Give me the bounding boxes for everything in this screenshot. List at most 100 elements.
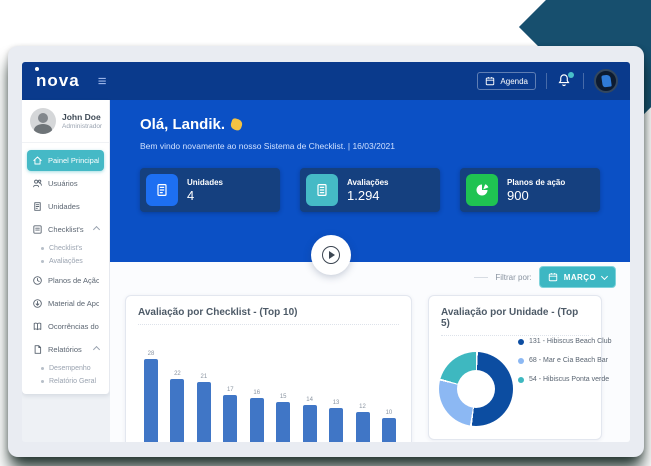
sidebar-item-label: Usuários bbox=[48, 179, 78, 188]
stat-card-planos-de-a-o[interactable]: Planos de ação900 bbox=[460, 168, 600, 212]
top-navbar: nova ≡ Agenda bbox=[22, 62, 630, 100]
calendar-icon bbox=[485, 76, 495, 86]
sidebar-item-label: Painel Principal bbox=[48, 156, 99, 165]
sidebar-subitem-label: Relatório Geral bbox=[49, 378, 96, 385]
sidebar-item-painel-principal[interactable]: Painel Principal bbox=[27, 150, 104, 171]
home-icon bbox=[32, 155, 43, 166]
bar-value-label: 28 bbox=[148, 351, 155, 357]
book-icon bbox=[32, 321, 43, 332]
user-avatar[interactable] bbox=[30, 108, 56, 134]
stat-value: 4 bbox=[187, 188, 223, 203]
stat-cards: Unidades4 Avaliações1.294 Planos de ação90… bbox=[140, 168, 600, 212]
legend-dot-icon bbox=[518, 358, 524, 364]
download-circle-icon bbox=[32, 298, 43, 309]
chevron-down-icon bbox=[601, 272, 608, 279]
clock-icon bbox=[32, 275, 43, 286]
donut-hole bbox=[457, 370, 495, 408]
sidebar-subitem[interactable]: Relatório Geral bbox=[27, 375, 104, 388]
bar[interactable] bbox=[197, 382, 211, 442]
legend-item[interactable]: 131 - Hibiscus Beach Club bbox=[518, 338, 612, 345]
sidebar-subitem-label: Avaliações bbox=[49, 258, 83, 265]
donut-chart-title: Avaliação por Unidade - (Top 5) bbox=[429, 296, 601, 335]
units-icon bbox=[146, 174, 178, 206]
bar[interactable] bbox=[356, 412, 370, 442]
sidebar-item-checklists[interactable]: Checklist's bbox=[27, 219, 104, 240]
main-content: Olá, Landik. Bem vindo novamente ao noss… bbox=[110, 100, 630, 442]
sidebar-item-label: Unidades bbox=[48, 202, 80, 211]
bar-column: 12 bbox=[354, 404, 372, 442]
logo-dot bbox=[35, 67, 39, 71]
bar-value-label: 13 bbox=[333, 400, 340, 406]
bar[interactable] bbox=[223, 395, 237, 442]
bar-value-label: 22 bbox=[174, 371, 181, 377]
play-button[interactable] bbox=[311, 235, 351, 275]
hero-banner: Olá, Landik. Bem vindo novamente ao noss… bbox=[110, 100, 630, 262]
bar-value-label: 21 bbox=[201, 374, 208, 380]
bar[interactable] bbox=[170, 379, 184, 442]
bar-column: 21 bbox=[195, 374, 213, 442]
stat-label: Unidades bbox=[187, 178, 223, 187]
user-name: John Doe bbox=[62, 112, 102, 122]
sidebar-item-ocorrencias-do-dia[interactable]: Ocorrências do dia bbox=[27, 316, 104, 337]
welcome-subtitle: Bem vindo novamente ao nosso Sistema de … bbox=[140, 141, 395, 151]
bar[interactable] bbox=[250, 398, 264, 442]
notification-badge bbox=[568, 72, 574, 78]
sidebar-item-label: Relatórios bbox=[48, 345, 82, 354]
sidebar-card: John Doe Administrador Painel Principal U… bbox=[22, 100, 110, 394]
sidebar-item-relatorios[interactable]: Relatórios bbox=[27, 339, 104, 360]
bar-column: 14 bbox=[301, 397, 319, 442]
sidebar-item-planos-de-acao[interactable]: Planos de Ação bbox=[27, 270, 104, 291]
legend-item[interactable]: 54 - Hibiscus Ponta verde bbox=[518, 376, 612, 383]
bar-column: 22 bbox=[168, 371, 186, 442]
bar-value-label: 16 bbox=[253, 390, 260, 396]
sidebar-item-usuarios[interactable]: Usuários bbox=[27, 173, 104, 194]
building-icon bbox=[32, 201, 43, 212]
sidebar-menu: Painel Principal Usuários Unidades Checklis… bbox=[22, 143, 109, 393]
bullet-icon bbox=[41, 260, 44, 263]
bar-column: 17 bbox=[221, 387, 239, 442]
page-background: nova ≡ Agenda bbox=[0, 0, 651, 466]
bar-column: 13 bbox=[327, 400, 345, 442]
filter-row: Filtrar por: MARÇO bbox=[474, 266, 616, 288]
sidebar-item-label: Material de Apoio bbox=[48, 299, 99, 308]
bar-chart: 28 22 21 17 16 15 14 13 12 10 bbox=[142, 340, 398, 442]
bar-value-label: 15 bbox=[280, 394, 287, 400]
sidebar-subitem-label: Desempenho bbox=[49, 365, 91, 372]
chevron-up-icon bbox=[93, 226, 100, 233]
month-filter-dropdown[interactable]: MARÇO bbox=[539, 266, 616, 288]
legend-item[interactable]: 68 - Mar e Cia Beach Bar bbox=[518, 357, 612, 364]
bar-value-label: 12 bbox=[359, 404, 366, 410]
notifications-button[interactable] bbox=[557, 73, 573, 89]
agenda-label: Agenda bbox=[500, 77, 528, 86]
bar[interactable] bbox=[329, 408, 343, 442]
checklist-icon bbox=[32, 224, 43, 235]
bar-column: 15 bbox=[274, 394, 292, 442]
sidebar-subitem[interactable]: Desempenho bbox=[27, 362, 104, 375]
stat-card-avalia-es[interactable]: Avaliações1.294 bbox=[300, 168, 440, 212]
bar-chart-title: Avaliação por Checklist - (Top 10) bbox=[126, 296, 411, 324]
bar[interactable] bbox=[276, 402, 290, 442]
sidebar-subitem[interactable]: Checklist's bbox=[27, 242, 104, 255]
agenda-button[interactable]: Agenda bbox=[477, 72, 536, 90]
bar[interactable] bbox=[382, 418, 396, 442]
hamburger-menu-icon[interactable]: ≡ bbox=[98, 74, 107, 89]
filter-label: Filtrar por: bbox=[495, 273, 531, 282]
bullet-icon bbox=[41, 380, 44, 383]
bar[interactable] bbox=[144, 359, 158, 442]
navbar-actions: Agenda bbox=[477, 69, 618, 93]
evaluations-icon bbox=[306, 174, 338, 206]
bar-value-label: 10 bbox=[386, 410, 393, 416]
bar[interactable] bbox=[303, 405, 317, 442]
divider bbox=[441, 335, 589, 336]
bar-value-label: 14 bbox=[306, 397, 313, 403]
legend-label: 68 - Mar e Cia Beach Bar bbox=[529, 357, 608, 364]
stat-card-unidades[interactable]: Unidades4 bbox=[140, 168, 280, 212]
sidebar-item-unidades[interactable]: Unidades bbox=[27, 196, 104, 217]
bar-column: 16 bbox=[248, 390, 266, 442]
account-avatar[interactable] bbox=[594, 69, 618, 93]
sidebar-item-material-de-apoio[interactable]: Material de Apoio bbox=[27, 293, 104, 314]
user-profile: John Doe Administrador bbox=[22, 100, 109, 143]
stat-value: 1.294 bbox=[347, 188, 389, 203]
sidebar-subitem[interactable]: Avaliações bbox=[27, 255, 104, 268]
divider bbox=[546, 73, 547, 89]
